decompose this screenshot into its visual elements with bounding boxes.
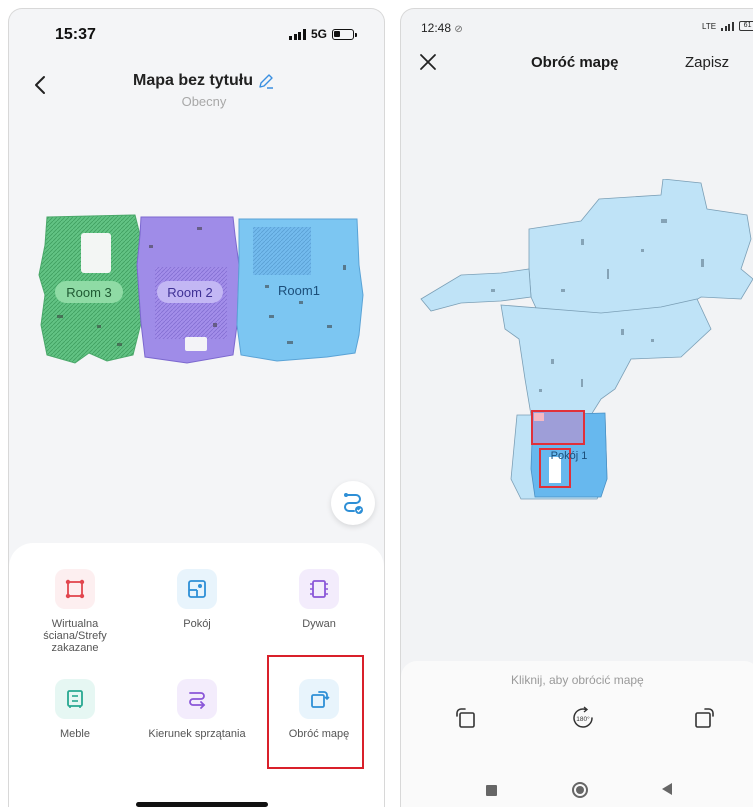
tool-label: Dywan [302, 618, 336, 630]
cleaning-route-button[interactable] [331, 481, 375, 525]
alarm-off-icon: ⊘ [454, 24, 463, 35]
tool-virtual-wall[interactable]: Wirtualna ściana/Strefy zakazane [20, 569, 130, 654]
status-time: 12:48 ⊘ [421, 21, 463, 35]
room-label: Pokój 1 [551, 450, 588, 462]
selected-zone-marker [534, 413, 544, 421]
battery-level: 61 [738, 21, 753, 31]
furniture-icon [55, 679, 95, 719]
map-title-text: Mapa bez tytułu [132, 72, 253, 89]
rotate-map-highlight [267, 655, 364, 769]
home-indicator[interactable] [136, 802, 268, 807]
room-2-label: Room 2 [167, 285, 213, 300]
map-subtitle: Obecny [181, 94, 227, 109]
battery-icon [332, 28, 357, 40]
tool-carpet[interactable]: Dywan [264, 569, 374, 630]
status-bar: 12:48 ⊘ LTE 61 [401, 9, 753, 43]
rotate-right-icon[interactable] [689, 703, 719, 733]
room-1-label: Room1 [278, 283, 320, 298]
close-icon[interactable] [417, 51, 439, 73]
rotate-180-icon[interactable]: 180° [568, 703, 598, 733]
virtual-wall-icon [55, 569, 95, 609]
signal-icon [721, 21, 734, 31]
tool-label: Meble [60, 728, 90, 740]
rotation-panel: Kliknij, aby obrócić mapę 180° [401, 661, 753, 807]
rotate-map-screen: 12:48 ⊘ LTE 61 Obróć mapę Zapisz Pokój 1… [400, 8, 753, 807]
rotate-180-label: 180° [576, 715, 590, 723]
room-3-label: Room 3 [66, 285, 112, 300]
tool-label: Pokój [183, 618, 211, 630]
tool-label: Wirtualna ściana/Strefy zakazane [43, 618, 107, 654]
edit-pencil-icon[interactable] [257, 72, 275, 90]
rotate-hint: Kliknij, aby obrócić mapę [511, 673, 644, 687]
floor-map[interactable]: Room 3 Room 2 Room1 [37, 205, 367, 375]
screenshot-stage: 15:37 5G Mapa bez tytułu Obecny Room 3 R… [0, 0, 753, 807]
network-type: 5G [310, 27, 327, 41]
cleaning-direction-icon [177, 679, 217, 719]
route-icon [344, 493, 363, 514]
tool-cleaning-direction[interactable]: Kierunek sprzątania [142, 679, 252, 740]
page-title: Obróć mapę [531, 54, 619, 71]
status-bar: 15:37 5G [9, 9, 384, 55]
rotate-left-icon[interactable] [451, 703, 481, 733]
back-arrow-icon[interactable] [27, 71, 55, 99]
status-indicators: 5G [289, 27, 357, 41]
title-block: Mapa bez tytułu Obecny [114, 67, 294, 117]
room-icon [177, 569, 217, 609]
furniture-obstacle [185, 337, 207, 351]
header: Mapa bez tytułu Obecny [9, 67, 384, 117]
header: Obróć mapę Zapisz [401, 51, 753, 85]
status-time: 15:37 [55, 26, 96, 43]
tool-furniture[interactable]: Meble [20, 679, 130, 740]
tool-room[interactable]: Pokój [142, 569, 252, 630]
map-editor-screen: 15:37 5G Mapa bez tytułu Obecny Room 3 R… [8, 8, 385, 807]
tool-label: Kierunek sprzątania [148, 728, 246, 740]
system-navigation-bar [401, 773, 753, 803]
furniture-obstacle [81, 233, 111, 273]
home-button[interactable] [572, 776, 588, 798]
status-indicators: LTE 61 [702, 21, 753, 31]
save-button[interactable]: Zapisz [685, 54, 729, 71]
signal-icon [289, 28, 306, 40]
carpet-icon [299, 569, 339, 609]
floor-map-preview[interactable]: Pokój 1 [401, 179, 753, 509]
network-type: LTE [702, 21, 717, 31]
map-title[interactable]: Mapa bez tytułu [133, 72, 275, 90]
